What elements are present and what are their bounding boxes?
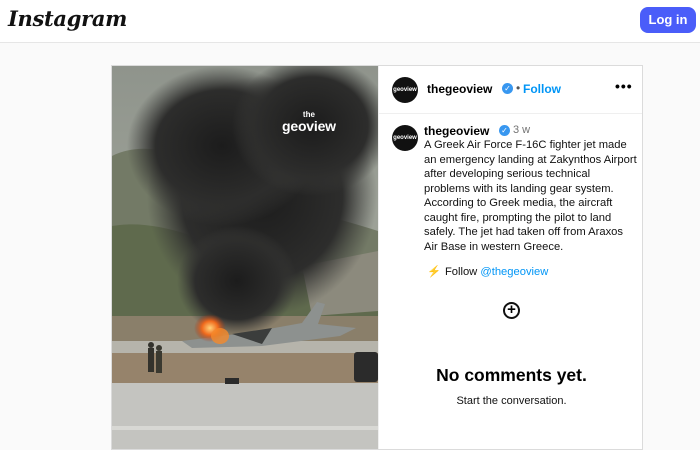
runway-marking — [112, 426, 378, 430]
login-button[interactable]: Log in — [640, 7, 696, 33]
smoke-base — [177, 226, 297, 336]
vehicle — [354, 352, 378, 382]
runway — [112, 383, 378, 449]
post-header: geoview thegeoview ✓ • Follow ••• — [379, 66, 642, 114]
runway-sign — [225, 378, 239, 384]
lightning-icon: ⚡ — [427, 266, 441, 278]
start-conversation-text: Start the conversation. — [456, 395, 567, 407]
follow-cta-text: Follow — [444, 266, 478, 278]
person-2-head — [156, 345, 162, 351]
follow-button[interactable]: Follow — [523, 82, 561, 96]
post-card: the geoview geoview thegeoview ✓ • Follo… — [111, 65, 643, 450]
post-media[interactable]: the geoview — [112, 66, 378, 449]
watermark-main: geoview — [282, 118, 336, 134]
instagram-logo[interactable]: Instagram — [8, 6, 127, 31]
top-navigation-bar: Instagram Log in — [0, 0, 700, 43]
add-comment-icon[interactable]: + — [503, 302, 520, 319]
fire-core — [211, 328, 229, 344]
author-username[interactable]: thegeoview — [427, 82, 492, 96]
caption-username[interactable]: thegeoview — [424, 124, 489, 138]
person-2 — [156, 351, 162, 373]
author-avatar[interactable]: geoview — [392, 77, 418, 103]
person-1 — [148, 348, 154, 372]
follow-cta-handle[interactable]: @thegeoview — [480, 266, 548, 278]
post-sidebar: geoview thegeoview ✓ • Follow ••• geovie… — [378, 66, 642, 449]
post-caption: A Greek Air Force F-16C fighter jet made… — [424, 139, 637, 253]
person-1-head — [148, 342, 154, 348]
watermark: the geoview — [282, 111, 336, 134]
follow-cta: ⚡ Follow @thegeoview — [427, 265, 548, 278]
verified-badge-icon: ✓ — [502, 83, 513, 94]
post-image — [112, 66, 378, 449]
caption-verified-badge-icon: ✓ — [499, 125, 510, 136]
caption-avatar[interactable]: geoview — [392, 125, 418, 151]
no-comments-title: No comments yet. — [436, 365, 587, 385]
more-options-icon[interactable]: ••• — [615, 78, 633, 94]
separator-dot: • — [516, 81, 521, 95]
post-time[interactable]: 3 w — [513, 124, 530, 136]
